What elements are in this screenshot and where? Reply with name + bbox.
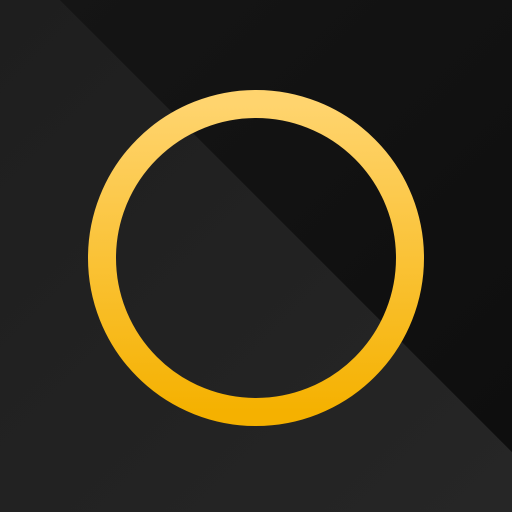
app-icon-artwork [0,0,512,512]
app-icon [0,0,512,512]
